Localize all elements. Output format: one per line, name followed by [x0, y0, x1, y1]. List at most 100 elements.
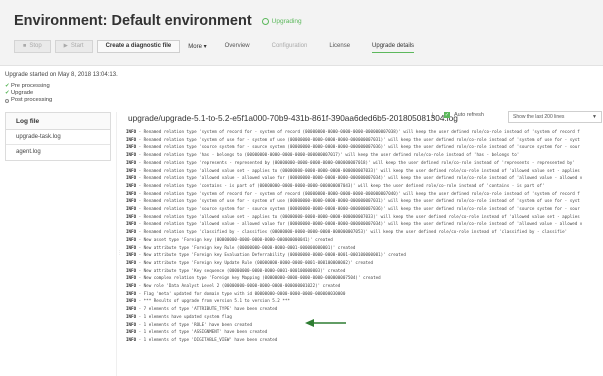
log-line: INFO - New attribute type 'Foreign key R…	[126, 244, 603, 252]
log-line: INFO - *** Results of upgrade from versi…	[126, 297, 603, 305]
step-pre-processing: ✔ Pre processing	[5, 83, 52, 90]
auto-refresh-label: Auto refresh	[454, 112, 484, 118]
log-line: INFO - Renamed relation type 'system of …	[126, 197, 603, 205]
log-file-path: upgrade/upgrade-5.1-to-5.2-e5f1a000-70b9…	[128, 113, 458, 123]
log-file-list: Log file upgrade-task.log agent.log	[5, 112, 111, 161]
lines-count-select[interactable]: Show the last 200 lines ▼	[508, 111, 602, 123]
log-file-item-agent[interactable]: agent.log	[6, 145, 110, 160]
log-line: INFO - New attribute type 'Foreign key U…	[126, 259, 603, 267]
log-line: INFO - 1 elements of type 'ROLE' have be…	[126, 321, 603, 329]
log-line: INFO - New asset type 'Foreign key (0000…	[126, 236, 603, 244]
log-content: INFO - Renamed relation type 'system of …	[126, 128, 603, 376]
log-level: INFO	[126, 206, 137, 212]
log-line: INFO - 1 elements have updated system fl…	[126, 313, 603, 321]
log-level: INFO	[126, 159, 137, 165]
auto-refresh-toggle[interactable]: ✓ Auto refresh	[444, 112, 484, 118]
panel-splitter[interactable]	[116, 112, 117, 376]
stop-label: Stop	[29, 43, 42, 49]
log-file-heading: Log file	[6, 113, 110, 130]
status-label: Upgrading	[271, 17, 302, 25]
log-message: - Renamed relation type 'allowed value -…	[136, 221, 583, 227]
log-line: INFO - New attribute type 'Foreign key E…	[126, 251, 603, 259]
log-line: INFO - New complex relation type 'Foreig…	[126, 274, 603, 282]
log-message: - New attribute type 'Key sequence (0000…	[136, 267, 346, 273]
log-level: INFO	[126, 167, 137, 173]
log-message: - New attribute type 'Foreign key Rule (…	[136, 244, 356, 250]
log-line: INFO - Flag 'meta' updated for domain ty…	[126, 290, 603, 298]
create-diagnostic-file-button[interactable]: Create a diagnostic file	[96, 39, 181, 53]
log-level: INFO	[126, 152, 137, 158]
upgrade-started-text: Upgrade started on May 8, 2018 13:04:13.	[5, 72, 118, 78]
environment-header: Environment: Default environment Upgradi…	[0, 0, 603, 66]
log-level: INFO	[126, 275, 137, 281]
log-level: INFO	[126, 144, 137, 150]
log-line: INFO - New attribute type 'Key sequence …	[126, 267, 603, 275]
tab-configuration[interactable]: Configuration	[272, 39, 308, 53]
caret-down-icon: ▼	[592, 114, 597, 120]
status-badge: Upgrading	[261, 17, 302, 25]
splitter-grip-icon[interactable]: ⋮	[117, 250, 122, 256]
download-icon[interactable]: ⤓	[431, 112, 434, 120]
log-message: - Renamed relation type 'contains - is p…	[136, 182, 545, 188]
step-upgrade: ✔ Upgrade	[5, 90, 52, 97]
log-level: INFO	[126, 252, 137, 258]
log-line: INFO - Renamed relation type 'system of …	[126, 136, 603, 144]
log-level: INFO	[126, 336, 137, 342]
arrow-left-icon	[305, 319, 346, 327]
log-level: INFO	[126, 329, 137, 335]
log-message: - New role 'Data Analyst Level 2 (000000…	[136, 283, 341, 289]
log-line: INFO - Renamed relation type 'system of …	[126, 190, 603, 198]
log-line: INFO - Renamed relation type 'allowed va…	[126, 174, 603, 182]
log-level: INFO	[126, 259, 137, 265]
log-message: - Renamed relation type 'system of recor…	[136, 129, 580, 134]
log-level: INFO	[126, 175, 137, 181]
checkbox-checked-icon[interactable]: ✓	[444, 112, 450, 118]
step-label: Upgrade	[11, 90, 34, 96]
stop-button[interactable]: ■ Stop	[14, 39, 51, 53]
log-level: INFO	[126, 306, 137, 312]
start-label: Start	[70, 43, 84, 49]
log-line: INFO - Renamed relation type 'source sys…	[126, 205, 603, 213]
tab-overview[interactable]: Overview	[225, 39, 250, 53]
log-message: - 1 elements of type 'ASSIGNMENT' have b…	[136, 329, 268, 335]
log-message: - *** Results of upgrade from version 5.…	[136, 298, 290, 304]
toolbar: ■ Stop ▶ Start Create a diagnostic file …	[14, 39, 436, 53]
step-post-processing: Post processing	[5, 97, 52, 104]
log-line: INFO - Renamed relation type 'has - belo…	[126, 151, 603, 159]
title-row: Environment: Default environment Upgradi…	[14, 13, 302, 29]
log-message: - Renamed relation type 'source system f…	[136, 206, 580, 212]
log-message: - New attribute type 'Foreign key Evalua…	[136, 252, 406, 258]
log-message: - Renamed relation type 'allowed value s…	[136, 213, 580, 219]
tab-license[interactable]: License	[329, 39, 350, 53]
log-message: - New complex relation type 'Foreign key…	[136, 275, 381, 281]
log-line: INFO - Renamed relation type 'system of …	[126, 128, 603, 136]
log-line: INFO - 7 elements of type 'ATTRIBUTE_TYP…	[126, 305, 603, 313]
more-menu[interactable]: More ▾	[188, 43, 206, 50]
log-message: - 1 elements have updated system flag	[136, 313, 232, 319]
log-level: INFO	[126, 313, 137, 319]
start-button[interactable]: ▶ Start	[54, 39, 93, 53]
log-message: - Flag 'meta' updated for domain type wi…	[136, 290, 346, 296]
log-message: - Renamed relation type 'allowed value s…	[136, 167, 580, 173]
log-line: INFO - 1 elements of type 'DIGITABLE_VIE…	[126, 336, 603, 344]
log-level: INFO	[126, 136, 137, 142]
page-title: Environment: Default environment	[14, 13, 252, 29]
log-message: - 1 elements of type 'DIGITABLE_VIEW' ha…	[136, 336, 278, 342]
log-message: - Renamed relation type 'classified by -…	[136, 229, 568, 235]
log-message: - Renamed relation type 'system of use f…	[136, 136, 580, 142]
log-level: INFO	[126, 182, 137, 188]
upgrade-steps: ✔ Pre processing ✔ Upgrade Post processi…	[5, 83, 52, 104]
step-label: Pre processing	[11, 83, 50, 89]
log-line: INFO - Renamed relation type 'allowed va…	[126, 167, 603, 175]
pending-circle-icon	[5, 98, 9, 103]
play-icon: ▶	[63, 43, 68, 49]
tab-upgrade-details[interactable]: Upgrade details	[372, 39, 415, 53]
log-level: INFO	[126, 290, 137, 296]
lines-count-value: Show the last 200 lines	[513, 114, 565, 120]
step-label: Post processing	[11, 97, 53, 103]
log-level: INFO	[126, 198, 137, 204]
log-message: - 1 elements of type 'ROLE' have been cr…	[136, 321, 253, 327]
log-message: - New asset type 'Foreign key (00000000-…	[136, 236, 333, 242]
spinner-icon	[261, 17, 269, 25]
log-file-item-upgrade-task[interactable]: upgrade-task.log	[6, 130, 110, 145]
